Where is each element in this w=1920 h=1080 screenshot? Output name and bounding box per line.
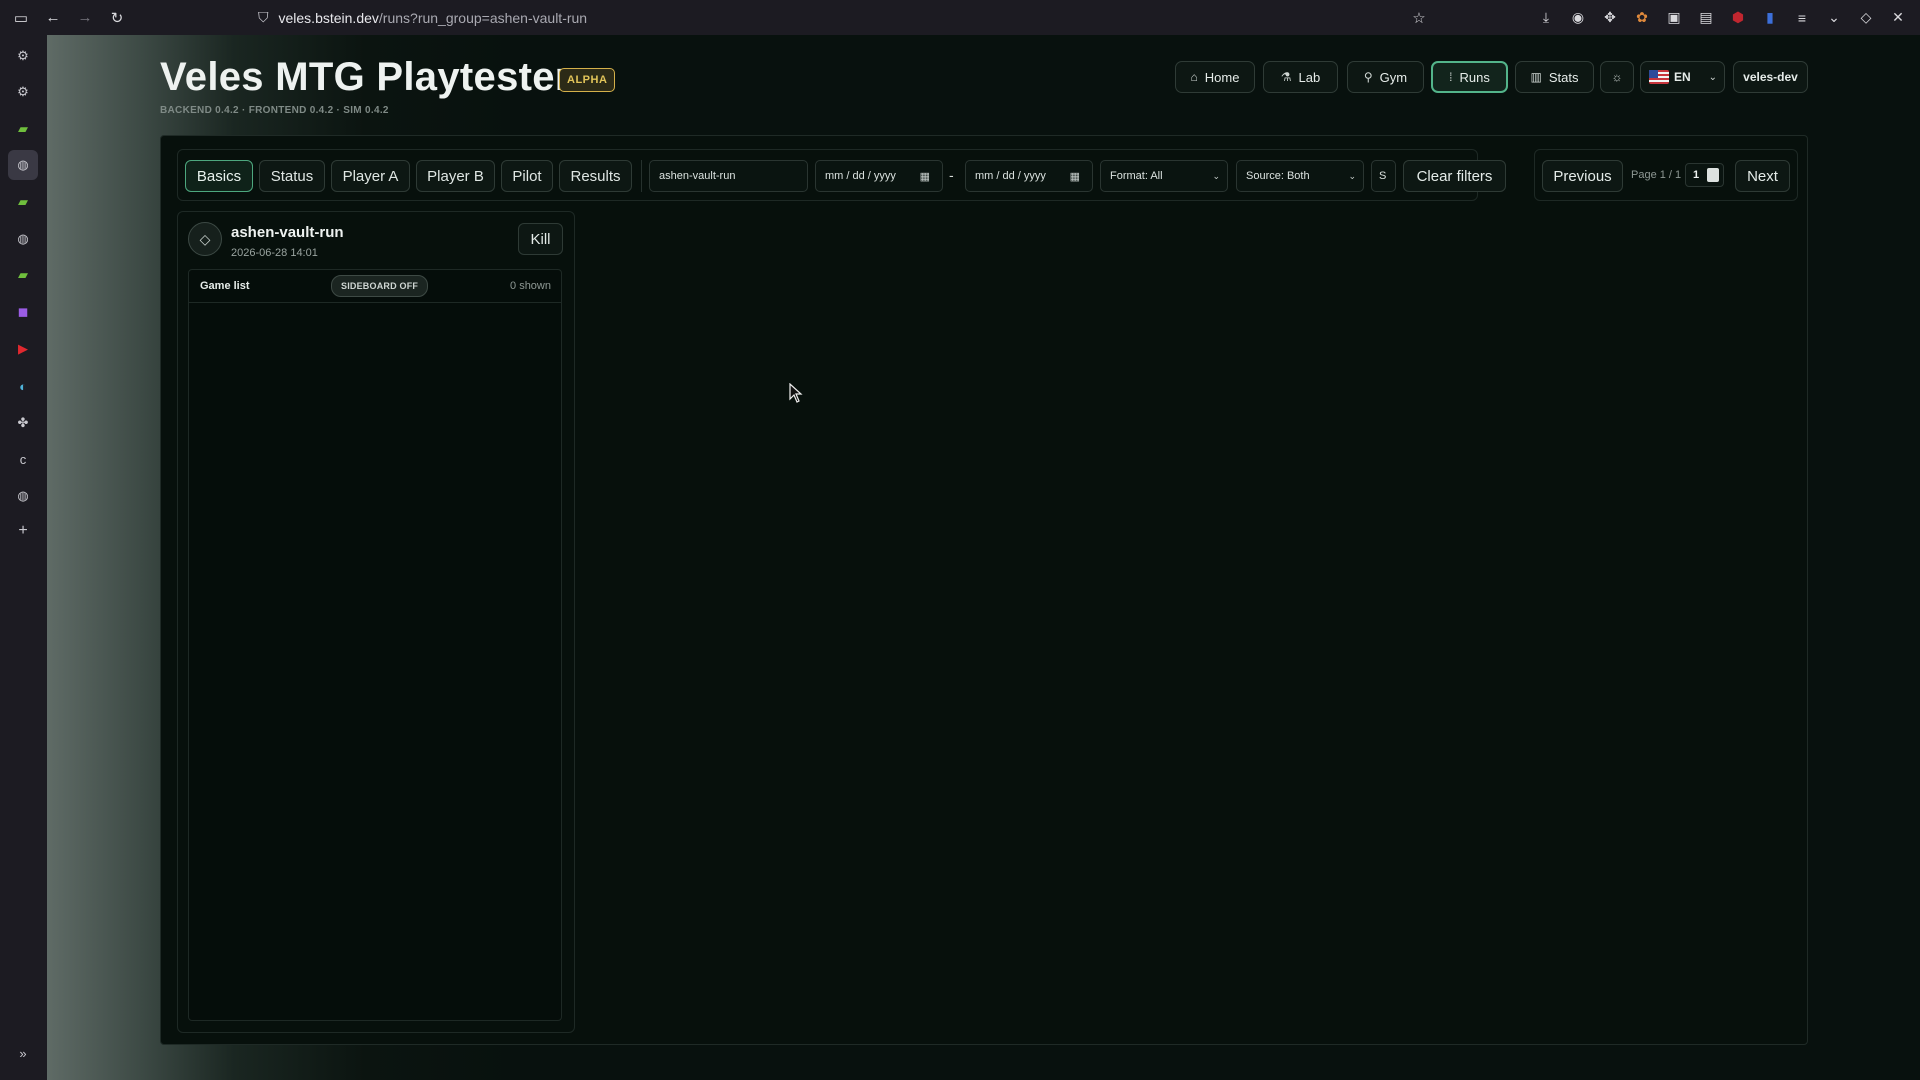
theme-toggle-button[interactable]: ☼ bbox=[1600, 61, 1634, 93]
run-name[interactable]: ashen-vault-run bbox=[231, 224, 344, 241]
chevron-down-icon: ⌄ bbox=[1708, 71, 1717, 83]
menu-icon[interactable]: ≡ bbox=[1788, 0, 1816, 35]
tab-player-b[interactable]: Player B bbox=[416, 160, 495, 192]
reader-icon[interactable]: ▤ bbox=[1692, 0, 1720, 35]
address-bar[interactable]: ⛉ veles.bstein.dev/runs?run_group=ashen-… bbox=[258, 4, 1430, 31]
sidebar-tab-globe-icon[interactable]: ◍ bbox=[8, 150, 38, 180]
page-indicator: Page 1 / 1 bbox=[1631, 169, 1682, 181]
language-select[interactable]: EN ⌄ bbox=[1640, 61, 1725, 93]
tab-basics[interactable]: Basics bbox=[185, 160, 253, 192]
game-list: Game list SIDEBOARD OFF 0 shown bbox=[188, 269, 562, 1021]
url-host: veles.bstein.dev bbox=[278, 9, 379, 26]
date-to-input[interactable]: mm / dd / yyyy ▦ bbox=[965, 160, 1093, 192]
divider bbox=[641, 160, 642, 192]
tabs-list-icon[interactable]: ⌄ bbox=[1820, 0, 1848, 35]
container-icon[interactable]: ▣ bbox=[1660, 0, 1688, 35]
sidebar-add-icon[interactable]: + bbox=[12, 520, 34, 542]
sidebar-tab-c-icon[interactable]: c bbox=[12, 448, 34, 470]
sidebar-tab-gear-icon[interactable]: ⚙ bbox=[12, 45, 34, 67]
us-flag-icon bbox=[1649, 70, 1669, 84]
previous-page-button[interactable]: Previous bbox=[1542, 160, 1623, 192]
run-card: ◇ ashen-vault-run 2026-06-28 14:01 Kill … bbox=[177, 211, 575, 1033]
filter-bar: Basics Status Player A Player B Pilot Re… bbox=[177, 149, 1506, 201]
user-button[interactable]: veles-dev bbox=[1733, 61, 1808, 93]
clear-filters-button[interactable]: Clear filters bbox=[1403, 160, 1506, 192]
stepper-icon[interactable] bbox=[1707, 168, 1719, 182]
date-from-input[interactable]: mm / dd / yyyy ▦ bbox=[815, 160, 943, 192]
format-select[interactable]: Format: All ⌄ bbox=[1100, 160, 1228, 192]
game-list-title: Game list bbox=[200, 280, 250, 292]
runs-panel: Basics Status Player A Player B Pilot Re… bbox=[160, 135, 1808, 1045]
reload-icon[interactable]: ↻ bbox=[101, 0, 133, 35]
tab-results[interactable]: Results bbox=[559, 160, 632, 192]
calendar-icon[interactable]: ▦ bbox=[920, 170, 930, 183]
chevron-down-icon: ⌄ bbox=[1348, 170, 1356, 181]
sidebar-toggle-icon[interactable]: ▭ bbox=[5, 0, 37, 35]
calendar-icon[interactable]: ▦ bbox=[1070, 170, 1080, 183]
nav-lab-button[interactable]: ⚗ Lab bbox=[1263, 61, 1338, 93]
bar-chart-icon: ▥ bbox=[1530, 70, 1542, 84]
dumbbell-icon: ⚲ bbox=[1363, 70, 1373, 84]
sidebar-expand-icon[interactable]: » bbox=[12, 1042, 34, 1064]
sidebar-tab-apps-icon[interactable]: ✤ bbox=[12, 412, 34, 434]
sidebar-tab-nvidia-icon[interactable]: ▰ bbox=[12, 191, 34, 213]
nav-stats-button[interactable]: ▥ Stats bbox=[1515, 61, 1594, 93]
footsteps-icon: ⁞ bbox=[1449, 70, 1453, 84]
nav-runs-button[interactable]: ⁞ Runs bbox=[1431, 61, 1508, 93]
extra-filter-input[interactable]: S bbox=[1371, 160, 1396, 192]
browser-toolbar: ▭ ← → ↻ ⛉ veles.bstein.dev/runs?run_grou… bbox=[0, 0, 1920, 35]
forward-icon[interactable]: → bbox=[69, 0, 101, 35]
version-info: BACKEND 0.4.2 · FRONTEND 0.4.2 · SIM 0.4… bbox=[160, 105, 389, 116]
game-count: 0 shown bbox=[510, 280, 551, 292]
downloads-icon[interactable]: ⤓ bbox=[1532, 0, 1560, 35]
date-range-separator: - bbox=[949, 167, 954, 183]
sidebar-tab-nvidia-icon[interactable]: ▰ bbox=[12, 264, 34, 286]
sidebar-tab-youtube-icon[interactable]: ▶ bbox=[12, 338, 34, 360]
tab-player-a[interactable]: Player A bbox=[331, 160, 410, 192]
alpha-badge: ALPHA bbox=[559, 68, 616, 92]
bookmark-star-icon[interactable]: ☆ bbox=[1403, 0, 1435, 35]
home-icon: ⌂ bbox=[1190, 70, 1198, 84]
run-group-search-input[interactable]: ashen-vault-run bbox=[649, 160, 808, 192]
pip-icon[interactable]: ◇ bbox=[1852, 0, 1880, 35]
sun-icon: ☼ bbox=[1611, 70, 1623, 84]
flask-icon: ⚗ bbox=[1280, 70, 1292, 84]
run-date: 2026-06-28 14:01 bbox=[231, 247, 318, 259]
nav-gym-button[interactable]: ⚲ Gym bbox=[1347, 61, 1424, 93]
sidebar-tab-nvidia-icon[interactable]: ▰ bbox=[12, 118, 34, 140]
nav-home-button[interactable]: ⌂ Home bbox=[1175, 61, 1255, 93]
close-window-icon[interactable]: ✕ bbox=[1884, 0, 1912, 35]
sidebar-tab-app-icon[interactable]: ◼ bbox=[12, 301, 34, 323]
chevron-down-icon: ⌄ bbox=[1212, 170, 1220, 181]
sideboard-badge[interactable]: SIDEBOARD OFF bbox=[331, 275, 429, 297]
sidebar-tab-gear-icon[interactable]: ⚙ bbox=[12, 81, 34, 103]
bitwarden-icon[interactable]: ▮ bbox=[1756, 0, 1784, 35]
game-list-header: Game list SIDEBOARD OFF 0 shown bbox=[189, 270, 561, 303]
kill-button[interactable]: Kill bbox=[518, 223, 563, 255]
back-icon[interactable]: ← bbox=[37, 0, 69, 35]
browser-sidebar: ⚙ ⚙ ▰ ◍ ▰ ◍ ▰ ◼ ▶ ◐ ✤ c ◍ + » bbox=[0, 35, 47, 1080]
tab-pilot[interactable]: Pilot bbox=[501, 160, 553, 192]
sidebar-tab-globe-icon[interactable]: ◍ bbox=[12, 228, 34, 250]
ublock-icon[interactable]: ⬢ bbox=[1724, 0, 1752, 35]
next-page-button[interactable]: Next bbox=[1735, 160, 1790, 192]
page-number-input[interactable]: 1 bbox=[1685, 163, 1724, 187]
site-info-icon[interactable]: ⛉ bbox=[258, 9, 269, 26]
run-avatar-icon: ◇ bbox=[188, 222, 222, 256]
source-select[interactable]: Source: Both ⌄ bbox=[1236, 160, 1364, 192]
page-title: Veles MTG Playtester bbox=[160, 55, 571, 99]
sidebar-tab-cloud-icon[interactable]: ◐ bbox=[12, 375, 34, 397]
extensions-icon[interactable]: ✥ bbox=[1596, 0, 1624, 35]
extension-fox-icon[interactable]: ✿ bbox=[1628, 0, 1656, 35]
account-icon[interactable]: ◉ bbox=[1564, 0, 1592, 35]
tab-status[interactable]: Status bbox=[259, 160, 325, 192]
pager: Previous Page 1 / 1 1 Next bbox=[1534, 149, 1798, 201]
url-path: /runs?run_group=ashen-vault-run bbox=[378, 9, 588, 26]
sidebar-tab-globe-icon[interactable]: ◍ bbox=[12, 485, 34, 507]
page-content: Veles MTG Playtester ALPHA BACKEND 0.4.2… bbox=[47, 35, 1920, 1080]
